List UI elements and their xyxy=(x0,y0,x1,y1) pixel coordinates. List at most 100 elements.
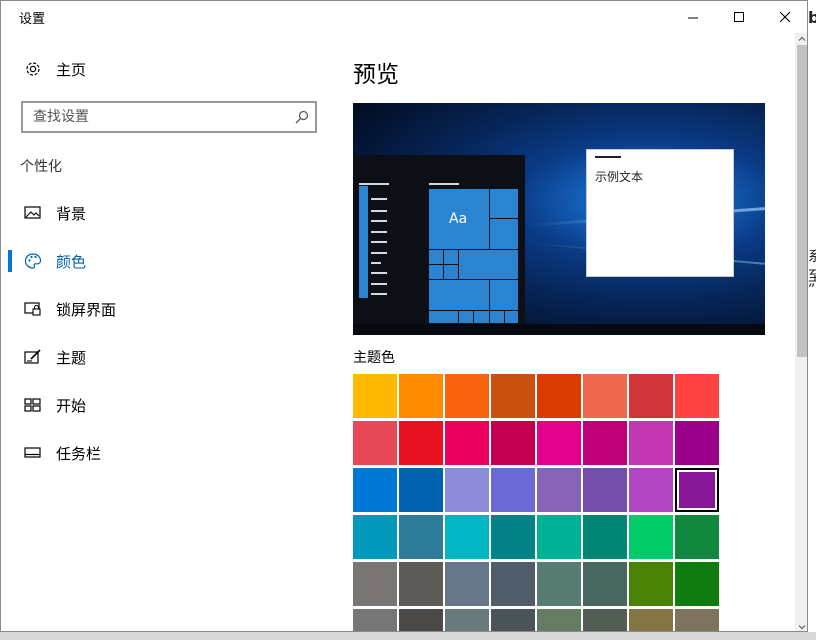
preview-menu-line xyxy=(371,283,387,285)
sidebar-item-start[interactable]: 开始 xyxy=(1,385,331,425)
preview-menu-line xyxy=(371,262,381,264)
preview-taskbar xyxy=(353,324,765,335)
accent-color-swatch[interactable] xyxy=(353,562,397,606)
accent-color-swatch[interactable] xyxy=(583,609,627,631)
accent-color-swatch[interactable] xyxy=(675,468,719,512)
preview-sample-text: 示例文本 xyxy=(595,170,644,184)
search-icon[interactable] xyxy=(295,110,309,124)
accent-color-swatch[interactable] xyxy=(675,609,719,631)
accent-color-swatch[interactable] xyxy=(353,515,397,559)
accent-color-swatch[interactable] xyxy=(399,468,443,512)
accent-color-swatch[interactable] xyxy=(629,562,673,606)
preview-menu-line xyxy=(371,293,387,295)
maximize-icon xyxy=(733,11,744,22)
accent-color-swatch[interactable] xyxy=(629,421,673,465)
accent-color-swatch[interactable] xyxy=(399,421,443,465)
preview-title-line xyxy=(595,156,621,158)
accent-color-swatch[interactable] xyxy=(491,421,535,465)
desktop-strip xyxy=(0,632,816,640)
accent-color-swatch[interactable] xyxy=(537,562,581,606)
search-box[interactable] xyxy=(21,101,317,133)
accent-color-swatch[interactable] xyxy=(675,562,719,606)
accent-color-swatch[interactable] xyxy=(353,609,397,631)
accent-color-swatch[interactable] xyxy=(675,421,719,465)
accent-color-swatch[interactable] xyxy=(629,609,673,631)
accent-color-swatch[interactable] xyxy=(583,515,627,559)
accent-color-swatch[interactable] xyxy=(445,374,489,418)
minimize-button[interactable] xyxy=(670,1,716,33)
accent-color-swatch[interactable] xyxy=(445,421,489,465)
accent-color-swatch[interactable] xyxy=(583,562,627,606)
accent-color-swatch[interactable] xyxy=(537,421,581,465)
preview-tile xyxy=(474,311,489,323)
title-bar[interactable]: 设置 xyxy=(1,1,807,33)
search-input[interactable] xyxy=(23,103,293,131)
accent-color-swatch[interactable] xyxy=(537,515,581,559)
close-button[interactable] xyxy=(762,1,807,33)
preview-tile xyxy=(490,219,518,249)
close-icon xyxy=(779,11,790,22)
sidebar-item-lock-screen[interactable]: 锁屏界面 xyxy=(1,289,331,329)
section-header-personalization: 个性化 xyxy=(20,159,62,175)
sidebar-item-label: 背景 xyxy=(56,205,87,223)
gear-icon xyxy=(24,60,42,78)
accent-color-swatch[interactable] xyxy=(399,374,443,418)
accent-color-swatch[interactable] xyxy=(445,515,489,559)
accent-color-swatch[interactable] xyxy=(353,421,397,465)
accent-color-swatch[interactable] xyxy=(399,609,443,631)
preview-menu-line xyxy=(371,210,387,212)
sidebar-item-label: 任务栏 xyxy=(56,445,102,463)
accent-color-heading: 主题色 xyxy=(353,350,395,366)
vertical-scrollbar[interactable] xyxy=(795,33,807,631)
sidebar-item-label: 主页 xyxy=(56,60,87,79)
sidebar-item-themes[interactable]: 主题 xyxy=(1,337,331,377)
lock-screen-icon xyxy=(24,300,42,318)
accent-color-swatch[interactable] xyxy=(583,468,627,512)
preview-tile xyxy=(429,250,443,264)
accent-color-swatch[interactable] xyxy=(491,515,535,559)
accent-color-swatch[interactable] xyxy=(399,562,443,606)
sidebar-item-colors[interactable]: 颜色 xyxy=(1,241,331,281)
accent-color-swatch[interactable] xyxy=(491,374,535,418)
preview-tile xyxy=(429,280,489,310)
accent-color-swatch[interactable] xyxy=(445,609,489,631)
accent-color-swatch[interactable] xyxy=(353,374,397,418)
accent-color-swatch[interactable] xyxy=(675,374,719,418)
accent-color-swatch[interactable] xyxy=(629,515,673,559)
sidebar-item-label: 颜色 xyxy=(56,253,87,271)
scrollbar-thumb[interactable] xyxy=(797,45,807,357)
accent-color-swatch[interactable] xyxy=(629,468,673,512)
preview-menu-line xyxy=(371,272,387,274)
preview-tile xyxy=(490,311,504,323)
scroll-up-icon[interactable] xyxy=(798,35,806,43)
accent-color-swatch[interactable] xyxy=(491,562,535,606)
preview-menu-line xyxy=(371,252,387,254)
accent-color-swatch[interactable] xyxy=(491,468,535,512)
sidebar-item-label: 开始 xyxy=(56,397,87,415)
preview-menu-line xyxy=(371,231,387,233)
maximize-button[interactable] xyxy=(716,1,762,33)
sidebar-item-home[interactable]: 主页 xyxy=(1,51,331,87)
accent-color-swatch[interactable] xyxy=(537,374,581,418)
accent-color-swatch[interactable] xyxy=(399,515,443,559)
accent-color-swatch[interactable] xyxy=(353,468,397,512)
preview-menu-line xyxy=(371,220,387,222)
accent-color-swatch[interactable] xyxy=(629,374,673,418)
background-window-text: 系 xyxy=(808,249,816,265)
sidebar-item-taskbar[interactable]: 任务栏 xyxy=(1,433,331,473)
accent-color-swatch[interactable] xyxy=(675,515,719,559)
theme-brush-icon xyxy=(24,348,42,366)
background-window-text: ” xyxy=(808,282,816,298)
accent-color-swatch[interactable] xyxy=(491,609,535,631)
accent-color-swatch[interactable] xyxy=(537,468,581,512)
accent-color-swatch[interactable] xyxy=(583,421,627,465)
accent-color-swatch[interactable] xyxy=(583,374,627,418)
sidebar-item-background[interactable]: 背景 xyxy=(1,193,331,233)
accent-color-swatch[interactable] xyxy=(445,562,489,606)
accent-color-swatch[interactable] xyxy=(445,468,489,512)
preview-tile xyxy=(459,311,473,323)
accent-color-swatch[interactable] xyxy=(537,609,581,631)
scroll-down-icon[interactable] xyxy=(798,623,806,631)
preview-menu-line xyxy=(359,183,389,185)
color-preview: Aa 示例文本 xyxy=(353,103,765,335)
